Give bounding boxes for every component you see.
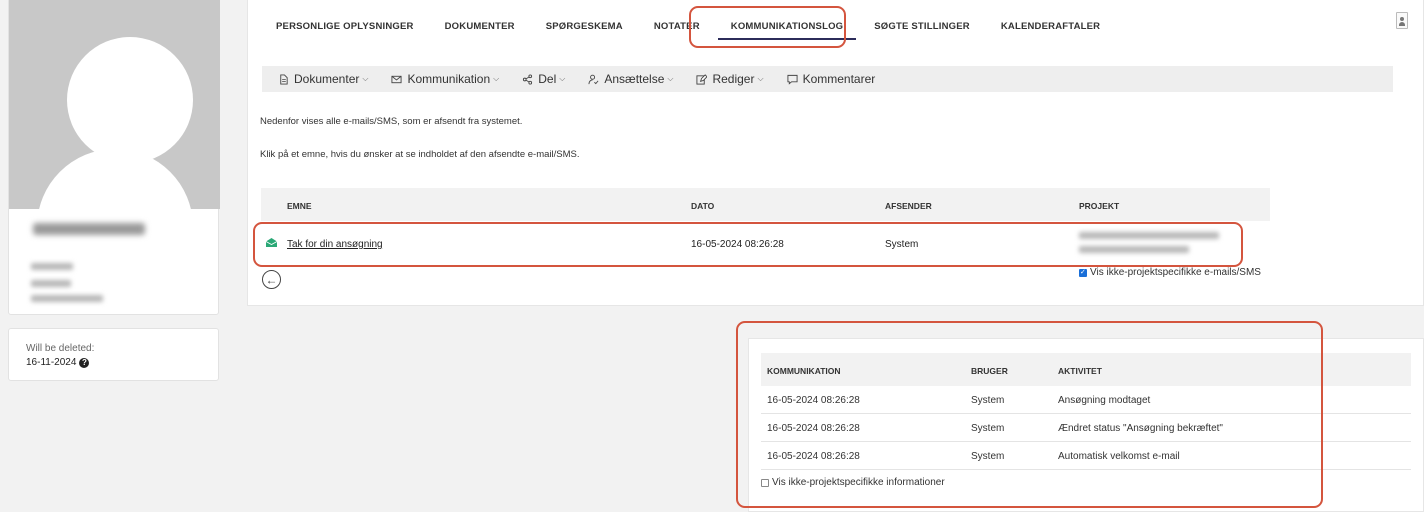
rediger-menu[interactable]: Rediger ⌵ <box>696 72 764 86</box>
person-icon[interactable] <box>1396 12 1408 29</box>
deletion-date-wrap: 16-11-2024 ? <box>26 357 90 368</box>
blurred-candidate-name <box>33 223 145 235</box>
share-icon <box>523 73 533 85</box>
column-header-kommunikation: KOMMUNIKATION <box>767 366 841 376</box>
activity-table-header: KOMMUNIKATION BRUGER AKTIVITET <box>761 353 1411 386</box>
edit-icon <box>696 73 708 85</box>
del-menu[interactable]: Del ⌵ <box>522 72 565 86</box>
main-panel: PERSONLIGE OPLYSNINGER DOKUMENTER SPØRGE… <box>247 0 1424 306</box>
document-icon <box>280 73 288 85</box>
chevron-down-icon: ⌵ <box>757 74 764 83</box>
rediger-label: Rediger <box>712 72 755 86</box>
show-non-project-mails-checkbox[interactable]: Vis ikke-projektspecifikke e-mails/SMS <box>1079 267 1261 278</box>
kommunikation-menu[interactable]: Kommunikation ⌵ <box>391 72 499 86</box>
ansaettelse-menu[interactable]: Ansættelse ⌵ <box>588 72 673 86</box>
question-icon[interactable]: ? <box>79 357 90 368</box>
activity-user: System <box>971 423 1005 434</box>
user-check-icon <box>588 74 599 84</box>
activity-text: Ansøgning modtaget <box>1058 395 1151 406</box>
comment-icon <box>787 74 798 85</box>
blurred-project-text <box>1079 246 1189 253</box>
column-header-aktivitet: AKTIVITET <box>1058 366 1102 376</box>
show-non-project-info-label: Vis ikke-projektspecifikke informationer <box>772 477 945 488</box>
show-non-project-mails-label: Vis ikke-projektspecifikke e-mails/SMS <box>1090 267 1261 278</box>
log-table-header: EMNE DATO AFSENDER PROJEKT <box>261 188 1270 221</box>
activity-user: System <box>971 395 1005 406</box>
chevron-down-icon: ⌵ <box>493 74 500 83</box>
column-header-projekt[interactable]: PROJEKT <box>1079 201 1119 211</box>
deletion-date: 16-11-2024 <box>26 357 77 368</box>
chevron-down-icon: ⌵ <box>362 74 369 83</box>
activity-date: 16-05-2024 08:26:28 <box>767 423 860 434</box>
show-non-project-info-checkbox[interactable]: Vis ikke-projektspecifikke informationer <box>761 477 945 488</box>
back-arrow-button[interactable]: ← <box>262 270 281 289</box>
table-row[interactable]: Tak for din ansøgning 16-05-2024 08:26:2… <box>261 229 1270 263</box>
activity-user: System <box>971 451 1005 462</box>
tab-kalenderaftaler[interactable]: KALENDERAFTALER <box>1001 21 1100 32</box>
activity-date: 16-05-2024 08:26:28 <box>767 451 860 462</box>
table-row: 16-05-2024 08:26:28 System Automatisk ve… <box>761 442 1411 470</box>
dokumenter-label: Dokumenter <box>294 72 360 86</box>
column-header-dato[interactable]: DATO <box>691 201 714 211</box>
kommentarer-label: Kommentarer <box>802 72 876 86</box>
activity-text: Automatisk velkomst e-mail <box>1058 451 1180 462</box>
date-cell: 16-05-2024 08:26:28 <box>691 239 784 250</box>
column-header-bruger: BRUGER <box>971 366 1008 376</box>
blurred-info-line <box>31 280 71 287</box>
tab-kommunikationslog[interactable]: KOMMUNIKATIONSLOG <box>717 21 857 40</box>
envelope-icon <box>391 75 402 83</box>
tab-bar: PERSONLIGE OPLYSNINGER DOKUMENTER SPØRGE… <box>276 21 1131 40</box>
tab-spoergeskema[interactable]: SPØRGESKEMA <box>546 21 623 32</box>
tab-personlige-oplysninger[interactable]: PERSONLIGE OPLYSNINGER <box>276 21 414 32</box>
checkbox-unchecked[interactable] <box>761 478 769 487</box>
ansaettelse-label: Ansættelse <box>604 72 665 86</box>
subject-link[interactable]: Tak for din ansøgning <box>287 239 383 250</box>
tab-soegte-stillinger[interactable]: SØGTE STILLINGER <box>874 21 970 32</box>
blurred-info-line <box>31 295 103 302</box>
tab-notater[interactable]: NOTATER <box>654 21 700 32</box>
avatar-body-shape <box>37 149 193 209</box>
kommentarer-button[interactable]: Kommentarer <box>787 72 876 86</box>
del-label: Del <box>538 72 557 86</box>
chevron-down-icon: ⌵ <box>559 74 566 83</box>
avatar <box>9 0 220 209</box>
activity-text: Ændret status "Ansøgning bekræftet" <box>1058 423 1223 434</box>
sender-cell: System <box>885 239 919 250</box>
deletion-card: Will be deleted: 16-11-2024 ? <box>8 328 219 381</box>
chevron-down-icon: ⌵ <box>667 74 674 83</box>
avatar-head-shape <box>67 37 193 163</box>
table-row: 16-05-2024 08:26:28 System Ansøgning mod… <box>761 386 1411 414</box>
dokumenter-menu[interactable]: Dokumenter ⌵ <box>278 72 368 86</box>
activity-panel: KOMMUNIKATION BRUGER AKTIVITET 16-05-202… <box>748 338 1424 512</box>
column-header-afsender[interactable]: AFSENDER <box>885 201 932 211</box>
intro-text-1: Nedenfor vises alle e-mails/SMS, som er … <box>260 116 523 127</box>
activity-table: KOMMUNIKATION BRUGER AKTIVITET 16-05-202… <box>761 353 1411 470</box>
open-mail-icon <box>266 238 277 247</box>
intro-text-2: Klik på et emne, hvis du ønsker at se in… <box>260 149 580 160</box>
column-header-emne[interactable]: EMNE <box>287 201 312 211</box>
tab-dokumenter[interactable]: DOKUMENTER <box>445 21 515 32</box>
blurred-project-text <box>1079 232 1219 239</box>
action-toolbar: Dokumenter ⌵ Kommunikation ⌵ Del ⌵ Ansæt… <box>262 66 1393 92</box>
checkbox-checked[interactable] <box>1079 268 1087 277</box>
deletion-label: Will be deleted: <box>26 343 95 354</box>
blurred-info-line <box>31 263 73 270</box>
table-row: 16-05-2024 08:26:28 System Ændret status… <box>761 414 1411 442</box>
activity-date: 16-05-2024 08:26:28 <box>767 395 860 406</box>
kommunikation-label: Kommunikation <box>407 72 491 86</box>
profile-card <box>8 0 220 315</box>
